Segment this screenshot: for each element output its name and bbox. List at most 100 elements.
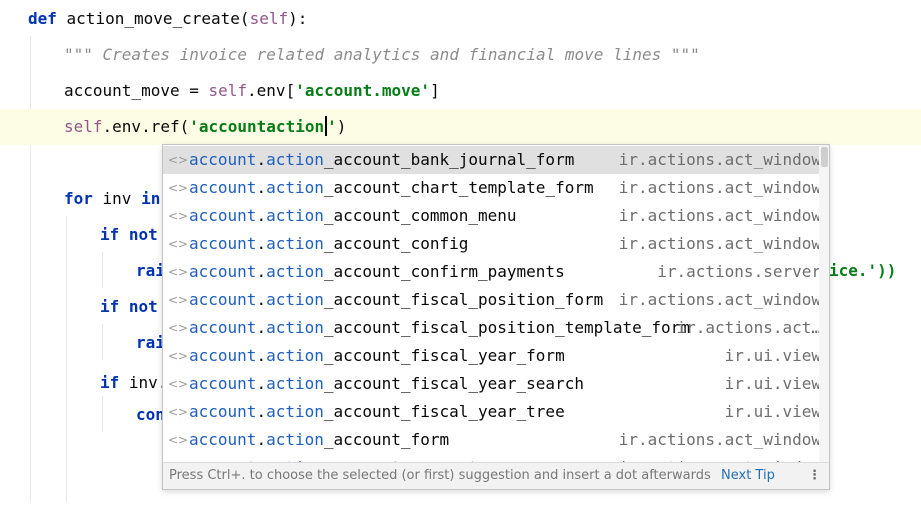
- match-highlight: action: [266, 206, 324, 225]
- completion-rest: _account_fiscal_year_search: [323, 374, 584, 393]
- keyword: def: [28, 9, 57, 28]
- dot-separator: .: [256, 262, 267, 281]
- completion-type: ir.ui.view: [724, 346, 821, 365]
- completion-type: ir.ui.view: [724, 374, 821, 393]
- completion-label: account.action_account_bank_journal_form: [189, 146, 574, 174]
- keyword: for: [64, 189, 93, 208]
- code-line: def action_move_create(self):: [0, 1, 921, 37]
- dot-separator: .: [256, 430, 267, 449]
- popup-footer: Press Ctrl+. to choose the selected (or …: [163, 462, 829, 489]
- match-highlight: account: [189, 346, 257, 365]
- dot-separator: .: [256, 402, 267, 421]
- dot-separator: .: [256, 234, 267, 253]
- string-literal: 'account.move': [295, 81, 431, 100]
- completion-label: account.action_account_confirm_payments: [189, 258, 565, 286]
- completion-type: ir.ui.view: [724, 402, 821, 421]
- completion-type: ir.actions.act_window: [618, 178, 821, 197]
- completion-type: ir.actions.server: [657, 262, 821, 281]
- match-highlight: action: [266, 374, 324, 393]
- current-code-line: self.env.ref('accountaction '): [0, 109, 921, 145]
- next-tip-link[interactable]: Next Tip: [721, 463, 775, 488]
- completion-item[interactable]: <> account.action_account_form ir.actions.…: [163, 426, 821, 454]
- match-highlight: action: [266, 178, 324, 197]
- completion-rest: _account_confirm_payments: [323, 262, 565, 281]
- code-text: .env[: [247, 81, 296, 100]
- completion-label: account.action_account_fiscal_position_t…: [189, 314, 690, 342]
- completion-item[interactable]: <> account.action_account_common_menu ir.a…: [163, 202, 821, 230]
- scrollbar-thumb[interactable]: [821, 147, 828, 167]
- completion-rest: _account_fiscal_year_tree: [323, 402, 565, 421]
- self-token: self: [208, 81, 248, 100]
- xml-id-icon: <>: [168, 209, 189, 223]
- completion-rest: _account_common_menu: [323, 206, 517, 225]
- completion-item[interactable]: <> account.action_account_fiscal_position…: [163, 286, 821, 314]
- keyword: if not: [100, 297, 158, 316]
- xml-id-icon: <>: [168, 265, 189, 279]
- keyword: in: [141, 189, 161, 208]
- dot-separator: .: [256, 318, 267, 337]
- dot-separator: .: [256, 150, 267, 169]
- keyword: rai: [136, 333, 165, 352]
- punctuation: ]: [430, 81, 440, 100]
- code-line: account_move = self.env['account.move']: [0, 73, 921, 109]
- completion-type: ir.actions.act_window: [618, 290, 821, 309]
- footer-hint: Press Ctrl+. to choose the selected (or …: [169, 468, 711, 483]
- keyword: if not: [100, 225, 158, 244]
- completion-item[interactable]: <> account.action_account_fiscal_year_sea…: [163, 370, 821, 398]
- dot-separator: .: [256, 374, 267, 393]
- xml-id-icon: <>: [168, 405, 189, 419]
- xml-id-icon: <>: [168, 321, 189, 335]
- match-highlight: account: [189, 430, 257, 449]
- completion-rest: _account_fiscal_position_template_form: [323, 318, 690, 337]
- punctuation: ): [336, 117, 347, 136]
- keyword: if: [100, 373, 120, 392]
- completion-type: ir.actions.act_window: [618, 430, 821, 449]
- popup-scrollbar[interactable]: [819, 145, 829, 465]
- xml-id-icon: <>: [168, 153, 189, 167]
- completion-type: ir.actions.act_window: [618, 150, 821, 169]
- match-highlight: action: [266, 318, 324, 337]
- code-text: .env.ref(: [102, 117, 190, 136]
- completion-item[interactable]: <> account.action_account_fiscal_position…: [163, 314, 821, 342]
- completion-item[interactable]: <> account.action_account_confirm_payment…: [163, 258, 821, 286]
- completion-label: account.action_account_chart_template_fo…: [189, 174, 594, 202]
- match-highlight: account: [189, 374, 257, 393]
- xml-id-icon: <>: [168, 377, 189, 391]
- string-quote: ': [327, 117, 337, 136]
- completion-rest: _account_bank_journal_form: [323, 150, 575, 169]
- match-highlight: account: [189, 178, 257, 197]
- autocomplete-popup[interactable]: <> account.action_account_bank_journal_fo…: [162, 144, 830, 490]
- completion-item[interactable]: <> account.action_account_fiscal_year_for…: [163, 342, 821, 370]
- match-highlight: account: [189, 318, 257, 337]
- completion-item[interactable]: <> account.action_account_bank_journal_fo…: [163, 146, 821, 174]
- more-options-icon[interactable]: ⋮: [808, 463, 821, 488]
- completion-item[interactable]: <> account.action_account_chart_template_…: [163, 174, 821, 202]
- docstring: """ Creates invoice related analytics an…: [64, 45, 700, 64]
- completion-type: ir.actions.act_window: [618, 234, 821, 253]
- dot-separator: .: [256, 290, 267, 309]
- punctuation: ):: [288, 9, 308, 28]
- completion-rest: _account_fiscal_year_form: [323, 346, 565, 365]
- dot-separator: .: [256, 346, 267, 365]
- completion-item[interactable]: <> account.action_account_fiscal_year_tre…: [163, 398, 821, 426]
- match-highlight: action: [266, 150, 324, 169]
- self-token: self: [249, 9, 289, 28]
- match-highlight: action: [266, 262, 324, 281]
- completion-label: account.action_account_config: [189, 230, 468, 258]
- xml-id-icon: <>: [168, 293, 189, 307]
- completion-type: ir.actions.act…: [676, 318, 822, 337]
- completion-rest: _account_chart_template_form: [323, 178, 594, 197]
- completion-label: account.action_account_fiscal_year_tree: [189, 398, 565, 426]
- match-highlight: action: [266, 234, 324, 253]
- keyword: rai: [136, 261, 165, 280]
- completion-label: account.action_account_common_menu: [189, 202, 517, 230]
- completion-type: ir.actions.act_window: [618, 206, 821, 225]
- completion-item[interactable]: <> account.action_account_config ir.action…: [163, 230, 821, 258]
- dot-separator: .: [256, 178, 267, 197]
- match-highlight: action: [266, 402, 324, 421]
- completion-rest: _account_config: [323, 234, 469, 253]
- completion-label: account.action_account_fiscal_year_searc…: [189, 370, 584, 398]
- xml-id-icon: <>: [168, 433, 189, 447]
- completion-label: account.action_account_fiscal_position_f…: [189, 286, 603, 314]
- match-highlight: account: [189, 206, 257, 225]
